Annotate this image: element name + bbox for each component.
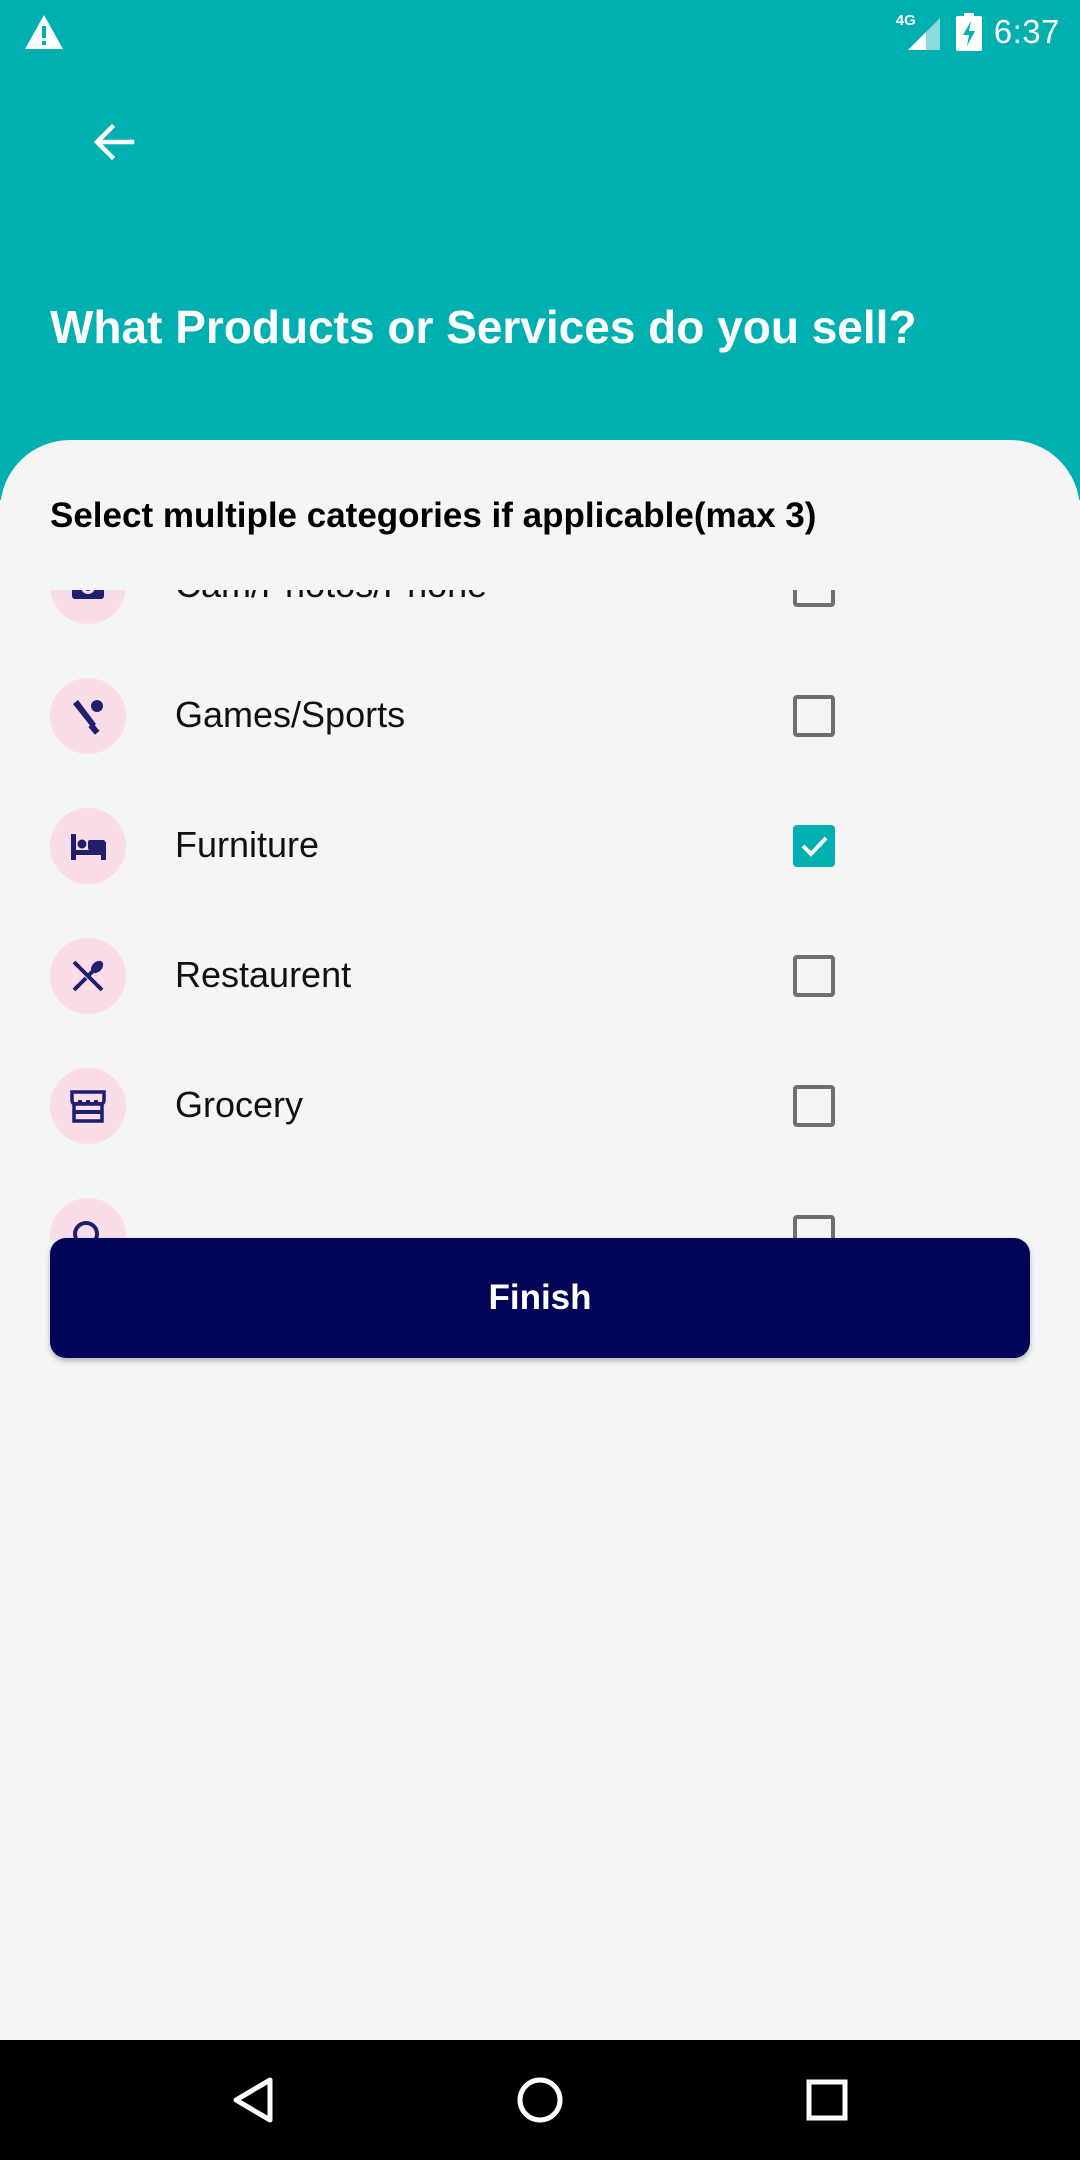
list-item-furniture[interactable]: Furniture — [0, 780, 1080, 910]
list-item-label: Grocery — [175, 1084, 304, 1125]
list-item-label: Games/Sports — [175, 694, 406, 735]
status-time: 6:37 — [993, 13, 1060, 50]
check-icon — [801, 836, 828, 857]
category-list-inner: Cam/Photos/Phone Games/Sports — [0, 590, 1080, 1240]
arrow-back-icon — [93, 123, 135, 161]
navigation-bar — [0, 2040, 1080, 2160]
screen: 4G 6:37 What Products or Services do you… — [0, 0, 1080, 2160]
store-icon — [50, 1068, 126, 1144]
subtitle: Select multiple categories if applicable… — [50, 496, 817, 535]
back-button[interactable] — [78, 112, 150, 172]
list-item-partial[interactable] — [0, 1170, 1080, 1240]
status-right: 4G 6:37 — [896, 8, 1060, 56]
nav-recents-icon — [806, 2079, 848, 2121]
sports-icon — [50, 678, 126, 754]
nav-recents-button[interactable] — [782, 2055, 872, 2145]
category-checkbox[interactable] — [793, 955, 835, 997]
list-item-cam-photos-phone[interactable]: Cam/Photos/Phone — [0, 590, 1080, 650]
nav-back-icon — [233, 2077, 273, 2123]
finish-button[interactable]: Finish — [50, 1238, 1030, 1358]
header-background: 4G 6:37 What Products or Services do you… — [0, 0, 1080, 500]
list-item-games-sports[interactable]: Games/Sports — [0, 650, 1080, 780]
category-list[interactable]: Cam/Photos/Phone Games/Sports — [0, 590, 1080, 1240]
category-checkbox[interactable] — [793, 590, 835, 607]
category-checkbox-checked[interactable] — [793, 825, 835, 867]
category-checkbox[interactable] — [793, 1085, 835, 1127]
nav-back-button[interactable] — [208, 2055, 298, 2145]
nav-home-icon — [517, 2077, 563, 2123]
list-item-label: Cam/Photos/Phone — [175, 590, 487, 606]
list-item-label: Furniture — [175, 824, 320, 865]
battery-charging-icon — [955, 13, 982, 51]
status-bar: 4G 6:37 — [0, 0, 1080, 63]
cell-signal-icon: 4G — [896, 12, 944, 52]
category-checkbox[interactable] — [793, 1215, 835, 1240]
search-icon — [50, 1198, 126, 1240]
bed-icon — [50, 808, 126, 884]
warning-icon — [25, 15, 63, 49]
list-item-restaurent[interactable]: Restaurent — [0, 910, 1080, 1040]
category-checkbox[interactable] — [793, 695, 835, 737]
list-item-grocery[interactable]: Grocery — [0, 1040, 1080, 1170]
camera-icon — [50, 590, 126, 624]
page-title: What Products or Services do you sell? — [50, 301, 917, 353]
nav-home-button[interactable] — [495, 2055, 585, 2145]
list-item-label: Restaurent — [175, 954, 352, 995]
restaurant-icon — [50, 938, 126, 1014]
